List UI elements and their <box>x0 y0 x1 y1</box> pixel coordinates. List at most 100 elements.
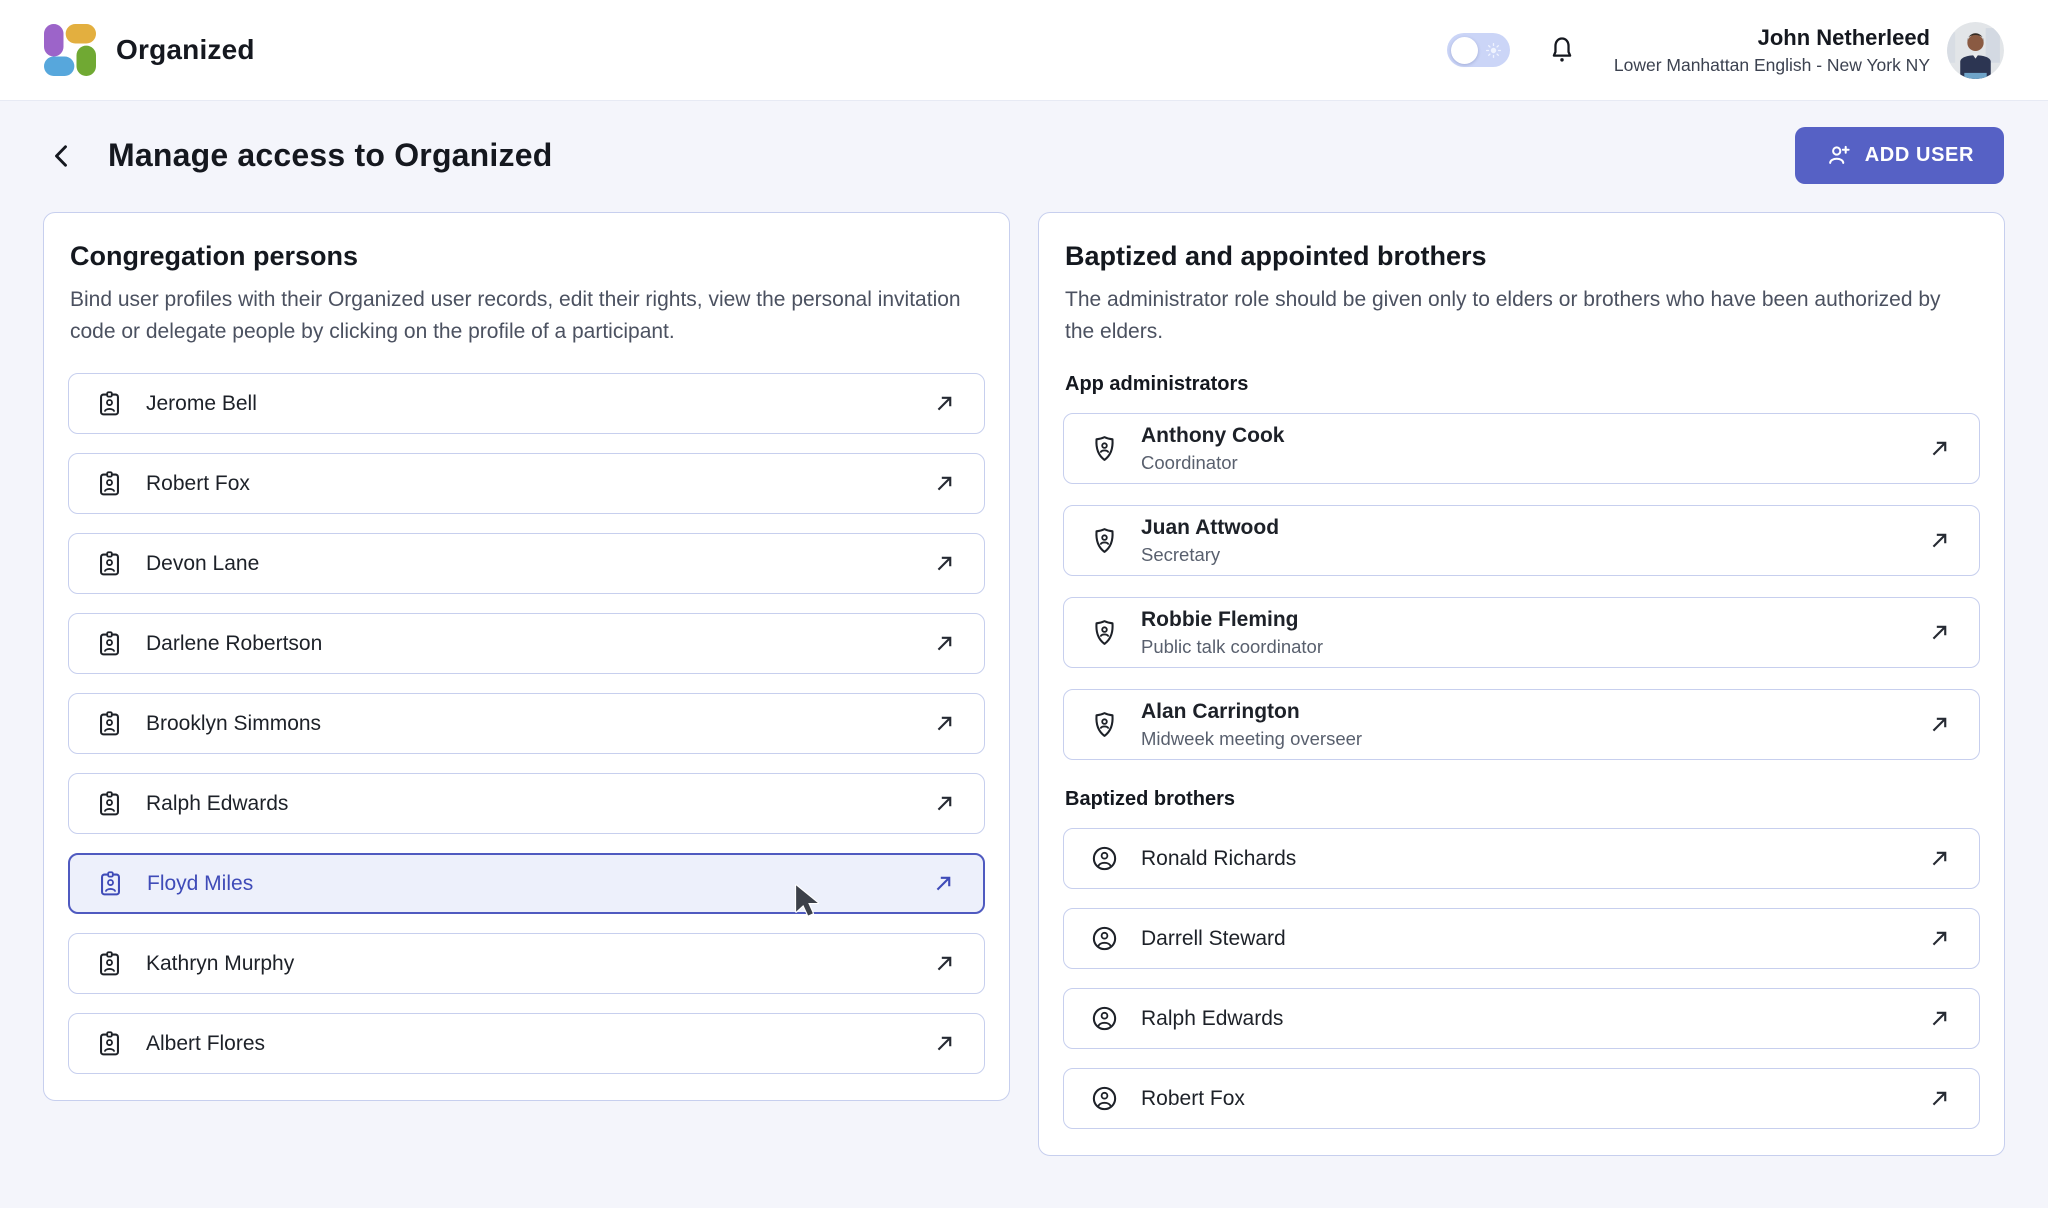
theme-toggle[interactable] <box>1447 33 1510 67</box>
add-user-button[interactable]: ADD USER <box>1795 127 2004 184</box>
arrow-up-right-icon[interactable] <box>931 790 958 817</box>
contact-badge-icon <box>96 869 125 898</box>
brother-item-ralph-edwards[interactable]: Ralph Edwards <box>1063 988 1980 1049</box>
person-name: Kathryn Murphy <box>146 952 294 976</box>
admin-item-alan-carrington[interactable]: Alan Carrington Midweek meeting overseer <box>1063 689 1980 760</box>
arrow-up-right-icon[interactable] <box>931 550 958 577</box>
contact-badge-icon <box>95 709 124 738</box>
shield-person-icon <box>1090 710 1119 739</box>
bell-icon[interactable] <box>1546 34 1578 66</box>
sun-icon <box>1484 41 1503 60</box>
contact-badge-icon <box>95 389 124 418</box>
list-item-albert-flores[interactable]: Albert Flores <box>68 1013 985 1074</box>
person-circle-icon <box>1090 1084 1119 1113</box>
arrow-up-right-icon[interactable] <box>1926 527 1953 554</box>
baptized-brothers-card: Baptized and appointed brothers The admi… <box>1038 212 2005 1156</box>
person-name: Jerome Bell <box>146 392 257 416</box>
arrow-up-right-icon[interactable] <box>931 710 958 737</box>
person-name: Ralph Edwards <box>146 792 288 816</box>
person-circle-icon <box>1090 844 1119 873</box>
admin-item-juan-attwood[interactable]: Juan Attwood Secretary <box>1063 505 1980 576</box>
shield-person-icon <box>1090 526 1119 555</box>
contact-badge-icon <box>95 1029 124 1058</box>
page-title: Manage access to Organized <box>108 137 552 174</box>
arrow-up-right-icon[interactable] <box>1926 435 1953 462</box>
arrow-up-right-icon[interactable] <box>931 950 958 977</box>
person-name: Anthony Cook <box>1141 423 1284 449</box>
congregation-persons-title: Congregation persons <box>70 241 983 272</box>
arrow-up-right-icon[interactable] <box>1926 1085 1953 1112</box>
arrow-up-right-icon[interactable] <box>931 1030 958 1057</box>
arrow-up-right-icon[interactable] <box>931 630 958 657</box>
person-name: Floyd Miles <box>147 872 253 896</box>
shield-person-icon <box>1090 618 1119 647</box>
person-circle-icon <box>1090 924 1119 953</box>
brother-item-robert-fox[interactable]: Robert Fox <box>1063 1068 1980 1129</box>
person-role: Midweek meeting overseer <box>1141 728 1362 750</box>
list-item-robert-fox[interactable]: Robert Fox <box>68 453 985 514</box>
arrow-up-right-icon[interactable] <box>1926 925 1953 952</box>
avatar[interactable] <box>1947 22 2004 79</box>
arrow-up-right-icon[interactable] <box>1926 619 1953 646</box>
arrow-up-right-icon[interactable] <box>1926 845 1953 872</box>
congregation-persons-description: Bind user profiles with their Organized … <box>70 284 983 347</box>
baptized-brothers-description: The administrator role should be given o… <box>1065 284 1945 347</box>
page-title-row: Manage access to Organized ADD USER <box>0 101 2048 200</box>
list-item-floyd-miles-selected[interactable]: Floyd Miles <box>68 853 985 914</box>
person-name: Alan Carrington <box>1141 699 1362 725</box>
person-name: Devon Lane <box>146 552 259 576</box>
list-item-darlene-robertson[interactable]: Darlene Robertson <box>68 613 985 674</box>
person-name: Juan Attwood <box>1141 515 1279 541</box>
person-plus-icon <box>1825 142 1852 169</box>
person-name: Darrell Steward <box>1141 927 1286 951</box>
admin-item-robbie-fleming[interactable]: Robbie Fleming Public talk coordinator <box>1063 597 1980 668</box>
person-name: Ronald Richards <box>1141 847 1296 871</box>
contact-badge-icon <box>95 949 124 978</box>
back-button[interactable] <box>44 138 80 174</box>
arrow-up-right-icon[interactable] <box>930 870 957 897</box>
list-item-kathryn-murphy[interactable]: Kathryn Murphy <box>68 933 985 994</box>
contact-badge-icon <box>95 469 124 498</box>
person-role: Coordinator <box>1141 452 1284 474</box>
list-item-jerome-bell[interactable]: Jerome Bell <box>68 373 985 434</box>
baptized-brothers-label: Baptized brothers <box>1065 788 1978 811</box>
person-name: Robert Fox <box>146 472 250 496</box>
arrow-up-right-icon[interactable] <box>1926 711 1953 738</box>
person-name: Brooklyn Simmons <box>146 712 321 736</box>
user-block[interactable]: John Netherleed Lower Manhattan English … <box>1614 22 2004 79</box>
congregation-persons-card: Congregation persons Bind user profiles … <box>43 212 1010 1101</box>
arrow-up-right-icon[interactable] <box>1926 1005 1953 1032</box>
chevron-left-icon <box>47 141 77 171</box>
arrow-up-right-icon[interactable] <box>931 470 958 497</box>
person-name: Ralph Edwards <box>1141 1007 1283 1031</box>
user-name: John Netherleed <box>1614 24 1930 52</box>
admin-item-anthony-cook[interactable]: Anthony Cook Coordinator <box>1063 413 1980 484</box>
person-name: Robbie Fleming <box>1141 607 1323 633</box>
brother-item-darrell-steward[interactable]: Darrell Steward <box>1063 908 1980 969</box>
app-name: Organized <box>116 34 255 66</box>
app-header: Organized John Netherleed Lower Manhatta… <box>0 0 2048 101</box>
organized-logo-icon <box>44 24 96 76</box>
person-role: Public talk coordinator <box>1141 636 1323 658</box>
list-item-ralph-edwards[interactable]: Ralph Edwards <box>68 773 985 834</box>
main-content: Congregation persons Bind user profiles … <box>0 200 2048 1156</box>
baptized-brothers-title: Baptized and appointed brothers <box>1065 241 1978 272</box>
person-name: Albert Flores <box>146 1032 265 1056</box>
person-name: Robert Fox <box>1141 1087 1245 1111</box>
brother-item-ronald-richards[interactable]: Ronald Richards <box>1063 828 1980 889</box>
list-item-devon-lane[interactable]: Devon Lane <box>68 533 985 594</box>
person-circle-icon <box>1090 1004 1119 1033</box>
arrow-up-right-icon[interactable] <box>931 390 958 417</box>
person-role: Secretary <box>1141 544 1279 566</box>
list-item-brooklyn-simmons[interactable]: Brooklyn Simmons <box>68 693 985 754</box>
app-administrators-label: App administrators <box>1065 373 1978 396</box>
contact-badge-icon <box>95 629 124 658</box>
person-name: Darlene Robertson <box>146 632 322 656</box>
shield-person-icon <box>1090 434 1119 463</box>
contact-badge-icon <box>95 789 124 818</box>
contact-badge-icon <box>95 549 124 578</box>
user-congregation: Lower Manhattan English - New York NY <box>1614 55 1930 76</box>
brand: Organized <box>44 24 255 76</box>
add-user-label: ADD USER <box>1865 144 1974 167</box>
toggle-knob <box>1451 37 1478 64</box>
